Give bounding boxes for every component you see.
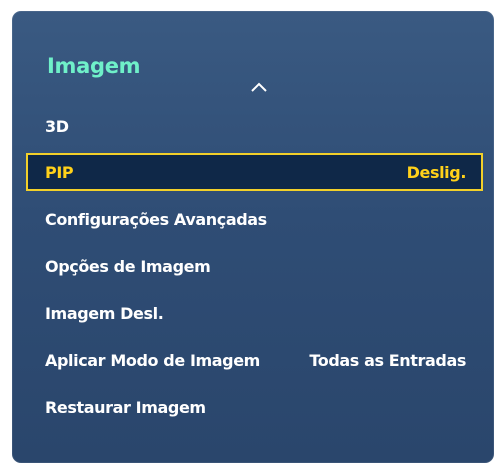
menu-item-label: 3D [45, 117, 69, 136]
menu-item-value: Todas as Entradas [309, 351, 466, 370]
menu-item-aplicar-modo-de-imagem[interactable]: Aplicar Modo de Imagem Todas as Entradas [26, 341, 483, 379]
menu-item-label: Imagem Desl. [45, 304, 164, 323]
menu-item-label: Restaurar Imagem [45, 398, 206, 417]
menu-title: Imagem [47, 54, 141, 78]
menu-item-label: Aplicar Modo de Imagem [45, 351, 260, 370]
menu-item-configuracoes-avancadas[interactable]: Configurações Avançadas [26, 200, 483, 238]
menu-item-opcoes-de-imagem[interactable]: Opções de Imagem [26, 247, 483, 285]
menu-item-label: PIP [45, 163, 74, 182]
menu-item-value: Deslig. [406, 163, 467, 182]
screen: Imagem 3D PIP Deslig. Configurações Avan… [0, 0, 504, 475]
menu-item-pip[interactable]: PIP Deslig. [26, 153, 483, 191]
menu-item-3d[interactable]: 3D [26, 107, 483, 145]
menu-item-label: Configurações Avançadas [45, 210, 267, 229]
chevron-up-icon[interactable] [250, 81, 268, 93]
menu-item-label: Opções de Imagem [45, 257, 211, 276]
menu-item-restaurar-imagem[interactable]: Restaurar Imagem [26, 388, 483, 426]
picture-menu-panel: Imagem 3D PIP Deslig. Configurações Avan… [12, 11, 494, 463]
menu-item-imagem-desl[interactable]: Imagem Desl. [26, 294, 483, 332]
